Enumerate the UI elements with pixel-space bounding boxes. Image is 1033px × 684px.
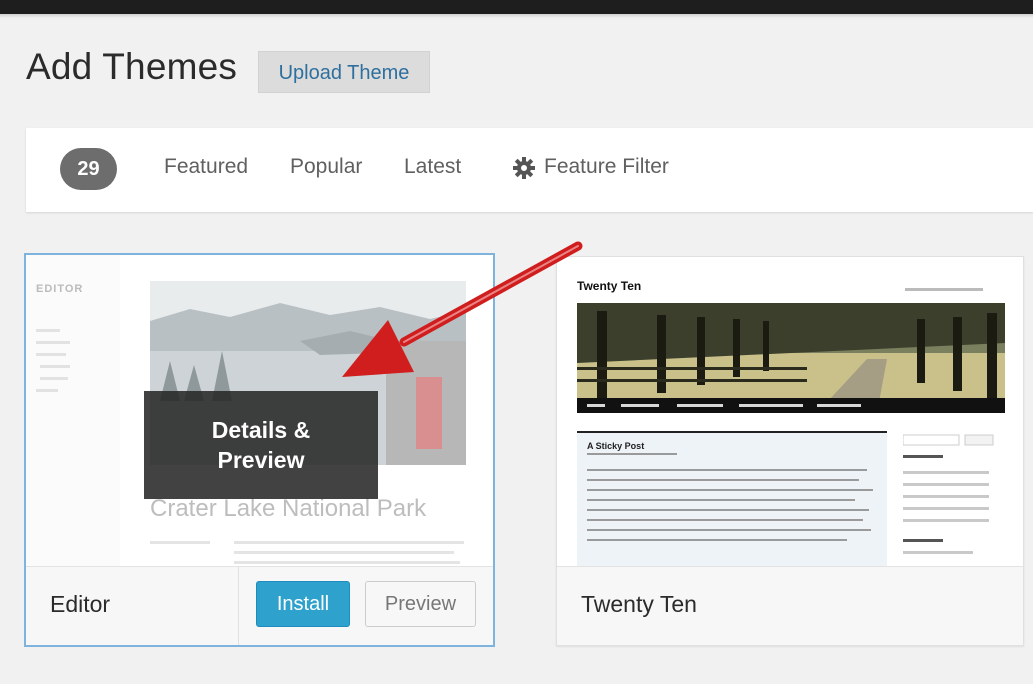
editor-preview-brand: EDITOR bbox=[36, 283, 84, 295]
theme-filter-bar: 29 Featured Popular Latest Feature Filte… bbox=[26, 128, 1033, 212]
admin-top-bar bbox=[0, 0, 1033, 14]
filter-popular-link[interactable]: Popular bbox=[290, 155, 362, 179]
editor-preview-sidebar: EDITOR bbox=[26, 255, 120, 567]
filter-featured-link[interactable]: Featured bbox=[164, 155, 248, 179]
top-bar-shadow bbox=[0, 14, 1033, 18]
twenty-ten-preview-content bbox=[577, 431, 887, 569]
filter-latest-link[interactable]: Latest bbox=[404, 155, 461, 179]
footer-divider bbox=[238, 567, 239, 645]
theme-card-twenty-ten[interactable]: Twenty Ten A Sticky Post Twenty Ten bbox=[556, 256, 1024, 646]
theme-name-twenty-ten: Twenty Ten bbox=[581, 591, 697, 617]
page-title: Add Themes bbox=[26, 46, 238, 87]
twenty-ten-preview-post-title: A Sticky Post bbox=[587, 441, 645, 451]
editor-screenshot[interactable]: EDITOR Crater Lake National Park Details… bbox=[26, 255, 493, 567]
twenty-ten-preview-nav bbox=[577, 398, 1005, 413]
twenty-ten-preview-site-title: Twenty Ten bbox=[577, 279, 642, 293]
editor-preview-post-title: Crater Lake National Park bbox=[150, 495, 427, 522]
twenty-ten-preview-header-image bbox=[577, 303, 1005, 413]
theme-name-editor: Editor bbox=[50, 591, 111, 617]
upload-theme-button[interactable]: Upload Theme bbox=[258, 51, 430, 93]
details-preview-overlay[interactable]: Details & Preview bbox=[144, 391, 378, 499]
theme-count-badge: 29 bbox=[60, 148, 117, 190]
gear-icon[interactable] bbox=[512, 156, 536, 180]
preview-button[interactable]: Preview bbox=[365, 581, 476, 627]
editor-card-footer: Editor Install Preview bbox=[26, 566, 493, 645]
twenty-ten-card-footer: Twenty Ten bbox=[557, 566, 1023, 645]
details-preview-line1: Details & bbox=[211, 417, 311, 443]
theme-card-editor[interactable]: EDITOR Crater Lake National Park Details… bbox=[24, 253, 495, 647]
twenty-ten-screenshot[interactable]: Twenty Ten A Sticky Post bbox=[557, 257, 1023, 569]
details-preview-line2: Preview bbox=[217, 447, 305, 473]
twenty-ten-preview-widgets bbox=[903, 434, 994, 554]
feature-filter-link[interactable]: Feature Filter bbox=[544, 155, 669, 179]
install-button[interactable]: Install bbox=[256, 581, 350, 627]
